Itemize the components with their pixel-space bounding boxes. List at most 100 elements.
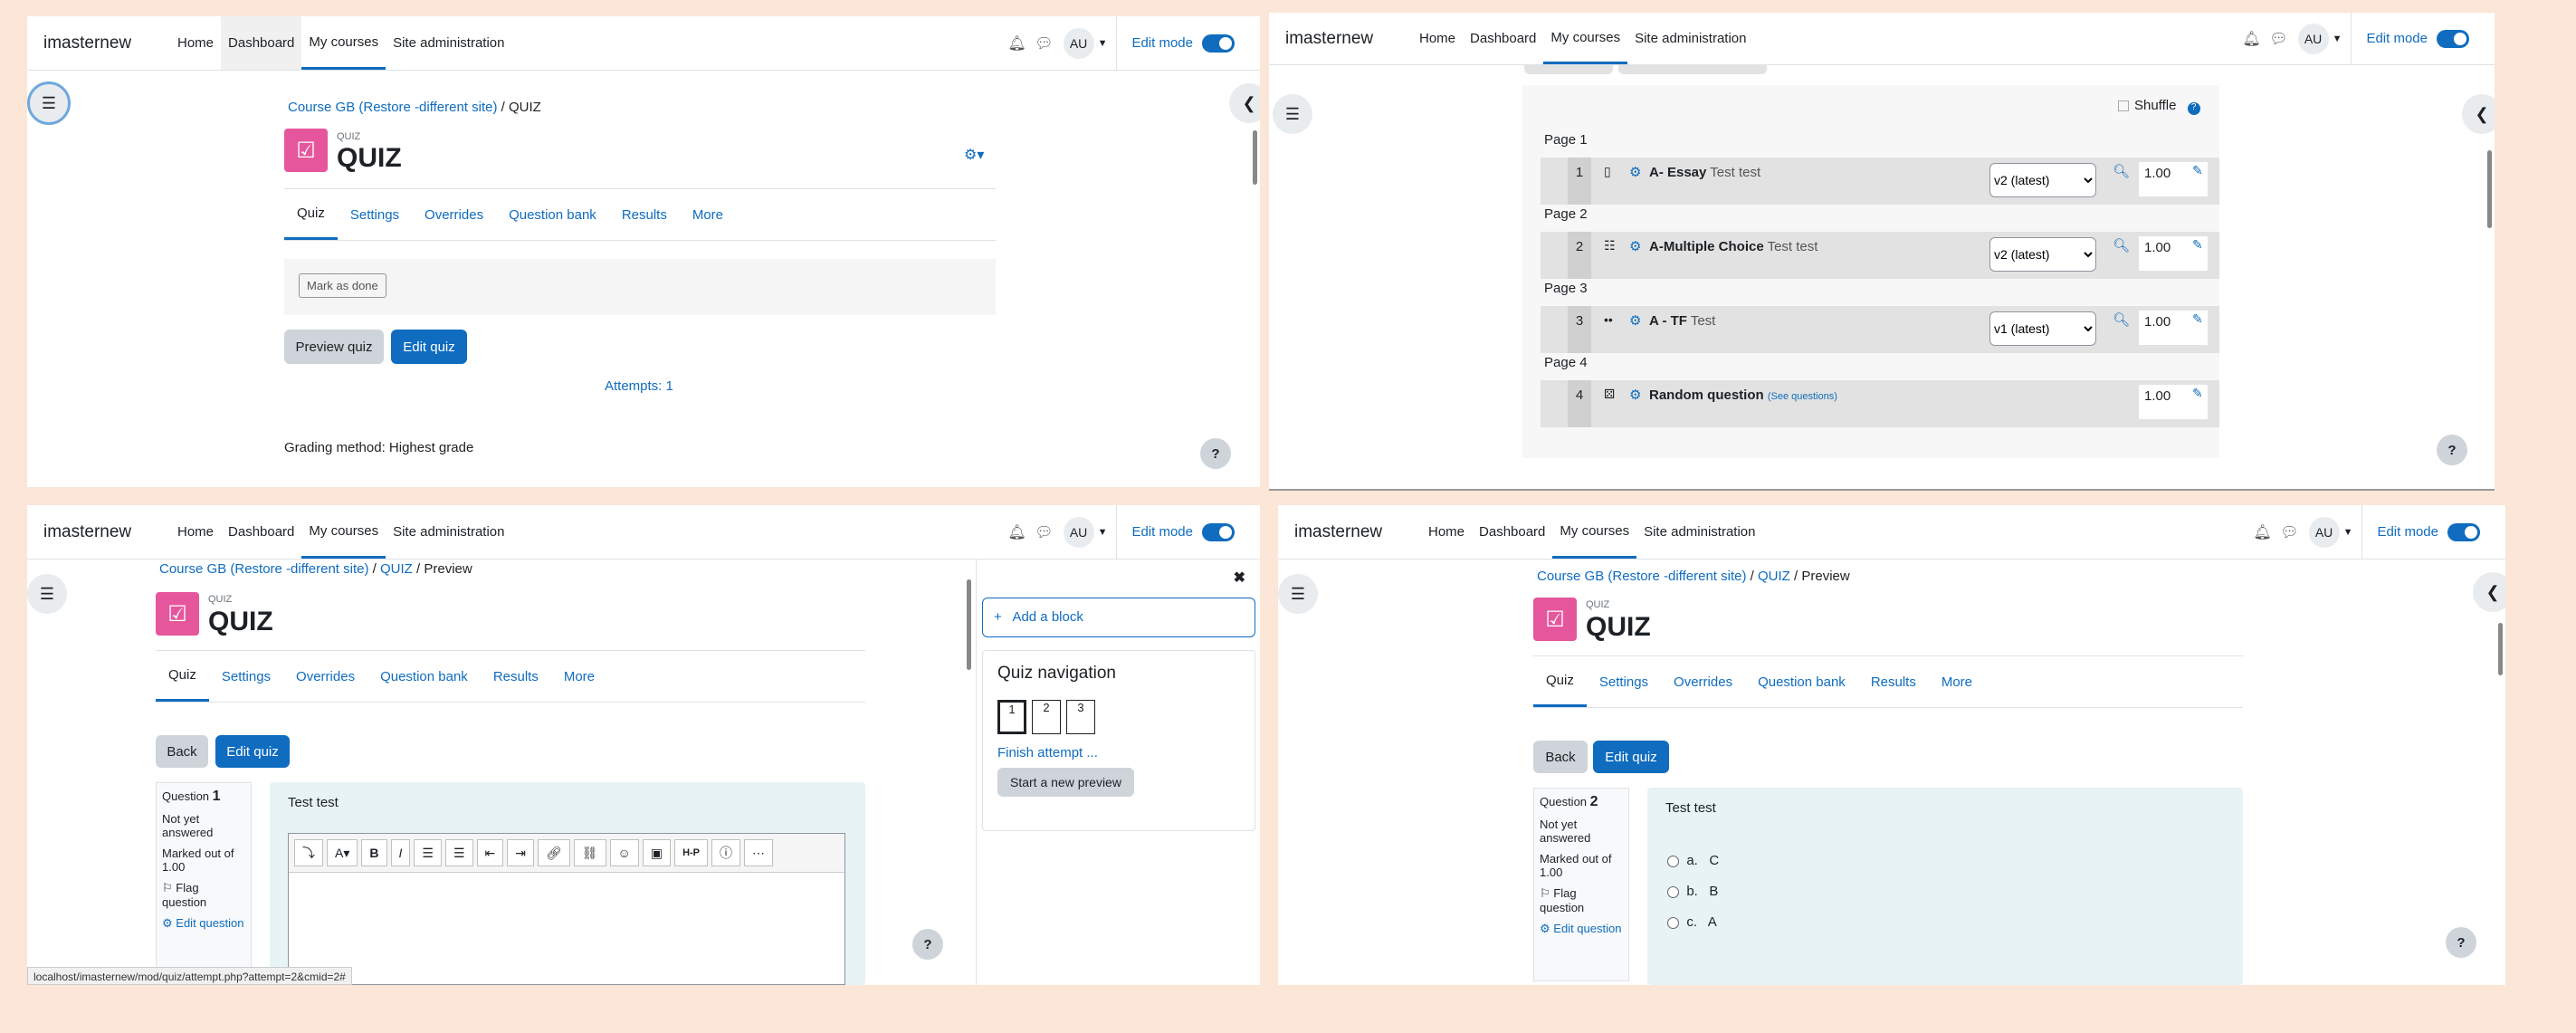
- nav-site-admin[interactable]: Site administration: [386, 16, 511, 70]
- preview-icon[interactable]: 🔍︎: [2113, 311, 2130, 328]
- tab-overrides[interactable]: Overrides: [1661, 656, 1745, 707]
- bell-icon[interactable]: 🔔︎: [2238, 30, 2266, 48]
- nav-site-admin[interactable]: Site administration: [386, 505, 511, 559]
- tab-settings[interactable]: Settings: [1587, 656, 1661, 707]
- back-button[interactable]: Back: [156, 735, 208, 768]
- indent-icon[interactable]: ⇥: [507, 839, 534, 866]
- tab-quiz[interactable]: Quiz: [284, 189, 338, 240]
- course-index-button[interactable]: ☰: [1273, 94, 1312, 134]
- shuffle-checkbox[interactable]: [2118, 100, 2129, 112]
- shuffle-control[interactable]: Shuffle ?: [2118, 98, 2200, 115]
- chevron-down-icon[interactable]: ▼: [2343, 527, 2353, 538]
- nav-dashboard[interactable]: Dashboard: [221, 505, 301, 559]
- toggle-switch[interactable]: [2437, 29, 2469, 48]
- nav-dashboard[interactable]: Dashboard: [1472, 505, 1552, 559]
- preview-quiz-button[interactable]: Preview quiz: [284, 330, 384, 364]
- radio-button[interactable]: [1667, 916, 1679, 929]
- edit-mode-toggle[interactable]: Edit mode: [1116, 505, 1260, 559]
- emoji-icon[interactable]: ☺: [609, 839, 639, 866]
- add-block-button[interactable]: + Add a block: [982, 598, 1255, 637]
- nav-dashboard[interactable]: Dashboard: [1463, 13, 1543, 64]
- edit-quiz-button[interactable]: Edit quiz: [391, 330, 467, 364]
- block-drawer-button[interactable]: ❮: [2473, 572, 2505, 612]
- edit-mode-toggle[interactable]: Edit mode: [1116, 16, 1260, 70]
- chevron-down-icon[interactable]: ▼: [1098, 38, 1108, 49]
- toggle-switch[interactable]: [2447, 522, 2480, 541]
- breadcrumb-course[interactable]: Course GB (Restore -different site): [159, 561, 368, 577]
- flag-question[interactable]: ⚐ Flag question: [162, 881, 245, 909]
- h5p-icon[interactable]: H-P: [674, 839, 709, 866]
- block-drawer-button[interactable]: ❮: [2462, 94, 2495, 134]
- site-brand[interactable]: imasternew: [1294, 522, 1421, 542]
- tab-quiz[interactable]: Quiz: [156, 651, 209, 702]
- bell-icon[interactable]: 🔔︎: [1004, 34, 1031, 53]
- nav-home[interactable]: Home: [1412, 13, 1463, 64]
- course-index-button[interactable]: ☰: [27, 81, 71, 125]
- avatar[interactable]: AU: [2297, 23, 2329, 54]
- bold-icon[interactable]: B: [361, 839, 387, 866]
- preview-icon[interactable]: 🔍︎: [2113, 237, 2130, 253]
- breadcrumb-course[interactable]: Course GB (Restore -different site): [1537, 569, 1746, 584]
- gear-menu-icon[interactable]: ⚙▾: [964, 146, 984, 164]
- flag-question[interactable]: ⚐ Flag question: [1540, 886, 1623, 914]
- help-button[interactable]: ?: [2437, 435, 2467, 465]
- nav-question-3[interactable]: 3: [1066, 700, 1095, 734]
- nav-home[interactable]: Home: [170, 505, 221, 559]
- breadcrumb-quiz[interactable]: QUIZ: [380, 561, 413, 577]
- accessibility-icon[interactable]: ⓘ: [711, 839, 741, 866]
- tab-settings[interactable]: Settings: [209, 651, 283, 702]
- edit-question-link[interactable]: ⚙ Edit question: [162, 916, 245, 931]
- site-brand[interactable]: imasternew: [43, 33, 170, 53]
- avatar[interactable]: AU: [1063, 27, 1094, 59]
- numbered-list-icon[interactable]: ☰: [444, 839, 473, 866]
- tab-more[interactable]: More: [1929, 656, 1985, 707]
- edit-quiz-button[interactable]: Edit quiz: [215, 735, 290, 768]
- course-index-button[interactable]: ☰: [1278, 574, 1318, 614]
- tab-quiz[interactable]: Quiz: [1533, 656, 1587, 707]
- tab-question-bank[interactable]: Question bank: [367, 651, 481, 702]
- question-name-line[interactable]: A - TF Test: [1649, 313, 1715, 329]
- edit-quiz-button[interactable]: Edit quiz: [1593, 741, 1669, 773]
- chat-icon[interactable]: 💬︎: [2276, 523, 2304, 541]
- scrollbar[interactable]: [967, 579, 971, 670]
- block-drawer-button[interactable]: ❮: [1229, 83, 1260, 123]
- question-name-line[interactable]: A-Multiple Choice Test test: [1649, 239, 1818, 254]
- scrollbar[interactable]: [2487, 150, 2492, 228]
- gear-icon[interactable]: ⚙: [1629, 238, 1641, 254]
- pencil-icon[interactable]: ✎: [2192, 163, 2203, 178]
- unlink-icon[interactable]: ⛓: [573, 839, 606, 866]
- bullet-list-icon[interactable]: ☰: [414, 839, 442, 866]
- course-index-button[interactable]: ☰: [27, 574, 67, 614]
- edit-mode-toggle[interactable]: Edit mode: [2361, 505, 2505, 559]
- preview-icon[interactable]: 🔍︎: [2113, 163, 2130, 179]
- nav-dashboard[interactable]: Dashboard: [221, 16, 302, 70]
- answer-option[interactable]: c. A: [1667, 907, 1719, 938]
- chat-icon[interactable]: 💬︎: [1031, 34, 1058, 53]
- nav-my-courses[interactable]: My courses: [1552, 505, 1637, 559]
- chevron-down-icon[interactable]: ▼: [2333, 33, 2342, 44]
- bell-icon[interactable]: 🔔︎: [2249, 523, 2276, 541]
- help-button[interactable]: ?: [2446, 927, 2476, 958]
- chevron-down-icon[interactable]: ▼: [1098, 527, 1108, 538]
- chat-icon[interactable]: 💬︎: [1031, 523, 1058, 541]
- site-brand[interactable]: imasternew: [1285, 29, 1412, 49]
- version-select[interactable]: v1 (latest): [1989, 311, 2096, 346]
- breadcrumb-course[interactable]: Course GB (Restore -different site): [288, 100, 497, 115]
- bell-icon[interactable]: 🔔︎: [1004, 523, 1031, 541]
- italic-icon[interactable]: I: [390, 839, 411, 866]
- answer-option[interactable]: b. B: [1667, 876, 1719, 907]
- link-icon[interactable]: 🔗︎: [537, 839, 570, 866]
- tab-results[interactable]: Results: [1858, 656, 1929, 707]
- toggle-switch[interactable]: [1202, 33, 1235, 53]
- help-icon[interactable]: ?: [2187, 102, 2200, 115]
- collapse-icon[interactable]: ⤵: [294, 839, 323, 866]
- nav-question-1[interactable]: 1: [997, 700, 1026, 734]
- help-button[interactable]: ?: [1200, 438, 1231, 469]
- mark-as-done-button[interactable]: Mark as done: [299, 273, 386, 298]
- version-select[interactable]: v2 (latest): [1989, 163, 2096, 197]
- gear-icon[interactable]: ⚙: [1629, 387, 1641, 403]
- finish-attempt-link[interactable]: Finish attempt ...: [997, 745, 1240, 760]
- nav-site-admin[interactable]: Site administration: [1636, 505, 1762, 559]
- question-name-line[interactable]: A- Essay Test test: [1649, 165, 1760, 180]
- question-name-line[interactable]: Random question (See questions): [1649, 387, 1837, 403]
